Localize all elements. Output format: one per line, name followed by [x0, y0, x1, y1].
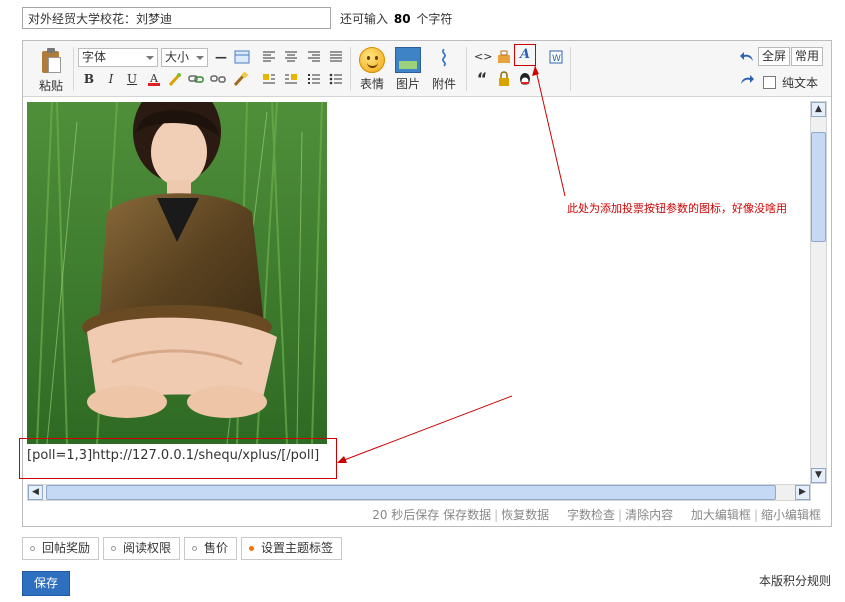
common-mode-button[interactable]: 常用	[791, 47, 824, 66]
post-options-tabs: 回帖奖励 阅读权限 售价 设置主题标签	[22, 537, 346, 560]
tab-dot-active-icon	[249, 546, 255, 551]
poll-icon-highlight	[514, 44, 536, 66]
image-label: 图片	[395, 77, 420, 91]
board-rules-link[interactable]: 本版积分规则	[759, 572, 831, 589]
char-hint-suffix: 个字符	[416, 11, 453, 26]
paste-label: 粘贴	[38, 79, 63, 93]
tab-read-permission[interactable]: 阅读权限	[103, 537, 181, 560]
editor-statusbar: 20 秒后保存 保存数据 | 恢复数据 字数检查 | 清除内容 加大编辑框 | 缩小编辑框	[372, 508, 821, 522]
link-icon[interactable]	[188, 71, 204, 87]
title-input[interactable]	[22, 7, 331, 29]
poll-text-highlight-box	[19, 438, 337, 479]
vertical-scroll-thumb[interactable]	[811, 132, 826, 242]
free-tag-icon[interactable]	[496, 49, 512, 65]
emoticon-button[interactable]: 表情	[354, 44, 390, 94]
attachment-button[interactable]: ⌇ 附件	[426, 44, 462, 94]
font-family-value: 字体	[82, 50, 107, 64]
underline-button[interactable]: U	[124, 71, 140, 87]
vertical-scrollbar[interactable]: ▲ ▼	[810, 101, 827, 484]
tab-price[interactable]: 售价	[184, 537, 238, 560]
redo-icon[interactable]	[739, 72, 755, 88]
scroll-right-arrow-icon[interactable]: ▶	[795, 485, 810, 500]
float-left-icon[interactable]	[261, 71, 277, 87]
unordered-list-icon[interactable]	[328, 71, 344, 87]
qq-icon[interactable]	[517, 71, 533, 87]
align-left-icon[interactable]	[261, 49, 277, 65]
smiley-icon	[359, 47, 385, 73]
post-image	[27, 102, 327, 444]
image-button[interactable]: 图片	[390, 44, 426, 94]
ordered-list-icon[interactable]	[306, 71, 322, 87]
save-button[interactable]: 保存	[22, 571, 70, 596]
editor-content-area[interactable]: [poll=1,3]http://127.0.0.1/shequ/xplus/[…	[23, 98, 831, 484]
font-size-value: 大小	[165, 50, 190, 64]
editor-toolbar: 粘贴 字体 大小 — B I U A 表情 图片 ⌇ 附件 <> A W “ 全…	[23, 41, 831, 97]
scroll-down-arrow-icon[interactable]: ▼	[811, 468, 826, 483]
svg-text:W: W	[552, 54, 561, 64]
char-hint-count: 80	[393, 11, 411, 26]
fullscreen-button[interactable]: 全屏	[758, 47, 791, 66]
emoticon-label: 表情	[359, 77, 384, 91]
horizontal-scroll-thumb[interactable]	[46, 485, 776, 500]
horizontal-rule-icon[interactable]: —	[213, 49, 229, 65]
scroll-left-arrow-icon[interactable]: ◀	[28, 485, 43, 500]
tab-dot-icon	[30, 546, 35, 551]
restore-data-link[interactable]: 恢复数据	[501, 508, 549, 522]
clear-format-brush-icon[interactable]	[232, 71, 249, 87]
unlink-icon[interactable]	[210, 71, 226, 87]
float-right-icon[interactable]	[283, 71, 299, 87]
toolbar-divider	[466, 47, 467, 91]
tab-label: 阅读权限	[123, 541, 172, 555]
tab-dot-icon	[192, 546, 198, 551]
horizontal-scrollbar[interactable]: ◀ ▶	[27, 484, 811, 501]
undo-icon[interactable]	[739, 49, 755, 65]
shrink-editor-link[interactable]: 缩小编辑框	[761, 508, 821, 522]
scroll-up-arrow-icon[interactable]: ▲	[811, 102, 826, 117]
align-center-icon[interactable]	[283, 49, 299, 65]
clipboard-icon	[40, 48, 62, 74]
clear-content-link[interactable]: 清除内容	[625, 508, 673, 522]
paperclip-icon: ⌇	[438, 47, 450, 72]
font-size-select[interactable]: 大小	[161, 48, 208, 67]
enlarge-editor-link[interactable]: 加大编辑框	[691, 508, 751, 522]
hide-content-lock-icon[interactable]	[496, 71, 512, 87]
toolbar-divider	[350, 47, 351, 91]
char-count-hint: 还可输入 80 个字符	[340, 10, 452, 27]
autosave-countdown: 20 秒后保存	[372, 508, 440, 522]
tab-label: 设置主题标签	[261, 541, 334, 555]
paste-word-icon[interactable]: W	[548, 49, 564, 65]
char-hint-prefix: 还可输入	[340, 11, 389, 26]
text-color-icon[interactable]: A	[146, 71, 162, 87]
table-icon[interactable]	[234, 49, 250, 65]
tab-dot-icon	[111, 546, 117, 551]
align-justify-icon[interactable]	[328, 49, 344, 65]
plain-text-label: 纯文本	[782, 76, 819, 90]
tab-reply-reward[interactable]: 回帖奖励	[22, 537, 100, 560]
save-data-link[interactable]: 保存数据	[443, 508, 491, 522]
font-family-select[interactable]: 字体	[78, 48, 158, 67]
align-right-icon[interactable]	[306, 49, 322, 65]
word-check-link[interactable]: 字数检查	[567, 508, 615, 522]
annotation-note: 此处为添加投票按钮参数的图标，好像没啥用	[567, 202, 787, 215]
tab-label: 售价	[204, 541, 229, 555]
toolbar-right-tools: 全屏 常用 纯文本	[739, 45, 825, 93]
code-icon[interactable]: <>	[474, 49, 492, 65]
italic-button[interactable]: I	[103, 71, 119, 87]
spellcheck-icon[interactable]	[167, 71, 183, 87]
tab-topic-tags[interactable]: 设置主题标签	[241, 537, 343, 560]
tab-label: 回帖奖励	[42, 541, 91, 555]
image-icon	[395, 47, 421, 73]
toolbar-divider	[570, 47, 571, 91]
toolbar-divider	[73, 47, 74, 91]
paste-button[interactable]: 粘贴	[34, 44, 68, 94]
plain-text-checkbox[interactable]	[763, 76, 776, 89]
quote-icon[interactable]: “	[474, 71, 490, 87]
title-row: 还可输入 80 个字符	[22, 6, 452, 30]
bold-button[interactable]: B	[81, 71, 97, 87]
attachment-label: 附件	[431, 77, 456, 91]
